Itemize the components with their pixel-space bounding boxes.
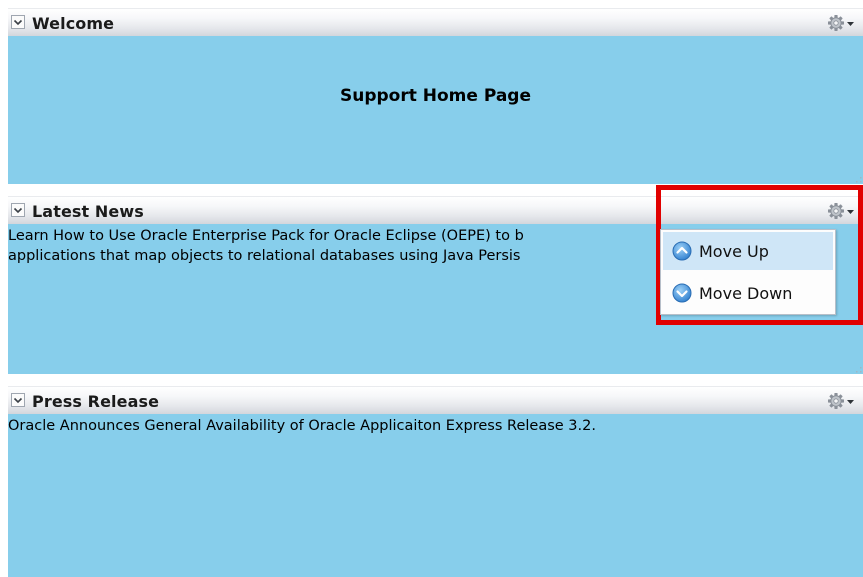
circle-chevron-down-icon xyxy=(672,283,692,303)
menu-item-move-up[interactable]: Move Up xyxy=(663,232,833,270)
panel-actions-popup: Move Up Move Down xyxy=(660,229,836,315)
chevron-down-icon xyxy=(13,19,23,26)
menu-item-label: Move Down xyxy=(699,284,793,303)
page-heading: Support Home Page xyxy=(339,86,532,106)
chevron-down-icon xyxy=(13,207,23,214)
panel-press-release: Press Release Oracle Announces General A… xyxy=(8,386,863,577)
caret-down-icon xyxy=(847,22,854,26)
panel-welcome: Welcome Support Home Page xyxy=(8,8,863,184)
chevron-down-icon xyxy=(13,397,23,404)
panel-body: Oracle Announces General Availability of… xyxy=(8,414,863,577)
gear-icon xyxy=(828,15,854,31)
panel-actions-menu[interactable] xyxy=(827,13,857,33)
resize-grip-icon[interactable] xyxy=(856,177,862,183)
panel-title: Press Release xyxy=(32,392,160,411)
panel-header: Welcome xyxy=(8,8,863,36)
menu-item-move-down[interactable]: Move Down xyxy=(663,274,833,312)
panel-body: Support Home Page xyxy=(8,36,863,184)
menu-item-label: Move Up xyxy=(699,242,769,261)
panel-title: Latest News xyxy=(32,202,144,221)
resize-grip-icon[interactable] xyxy=(856,367,862,373)
circle-chevron-up-icon xyxy=(672,241,692,261)
gear-icon xyxy=(828,393,854,409)
collapse-button[interactable] xyxy=(11,203,25,217)
panel-actions-menu[interactable] xyxy=(827,391,857,411)
caret-down-icon xyxy=(847,400,854,404)
collapse-button[interactable] xyxy=(11,393,25,407)
panel-header: Press Release xyxy=(8,386,863,414)
collapse-button[interactable] xyxy=(11,15,25,29)
press-release-text: Oracle Announces General Availability of… xyxy=(8,418,596,434)
panel-title: Welcome xyxy=(32,14,115,33)
